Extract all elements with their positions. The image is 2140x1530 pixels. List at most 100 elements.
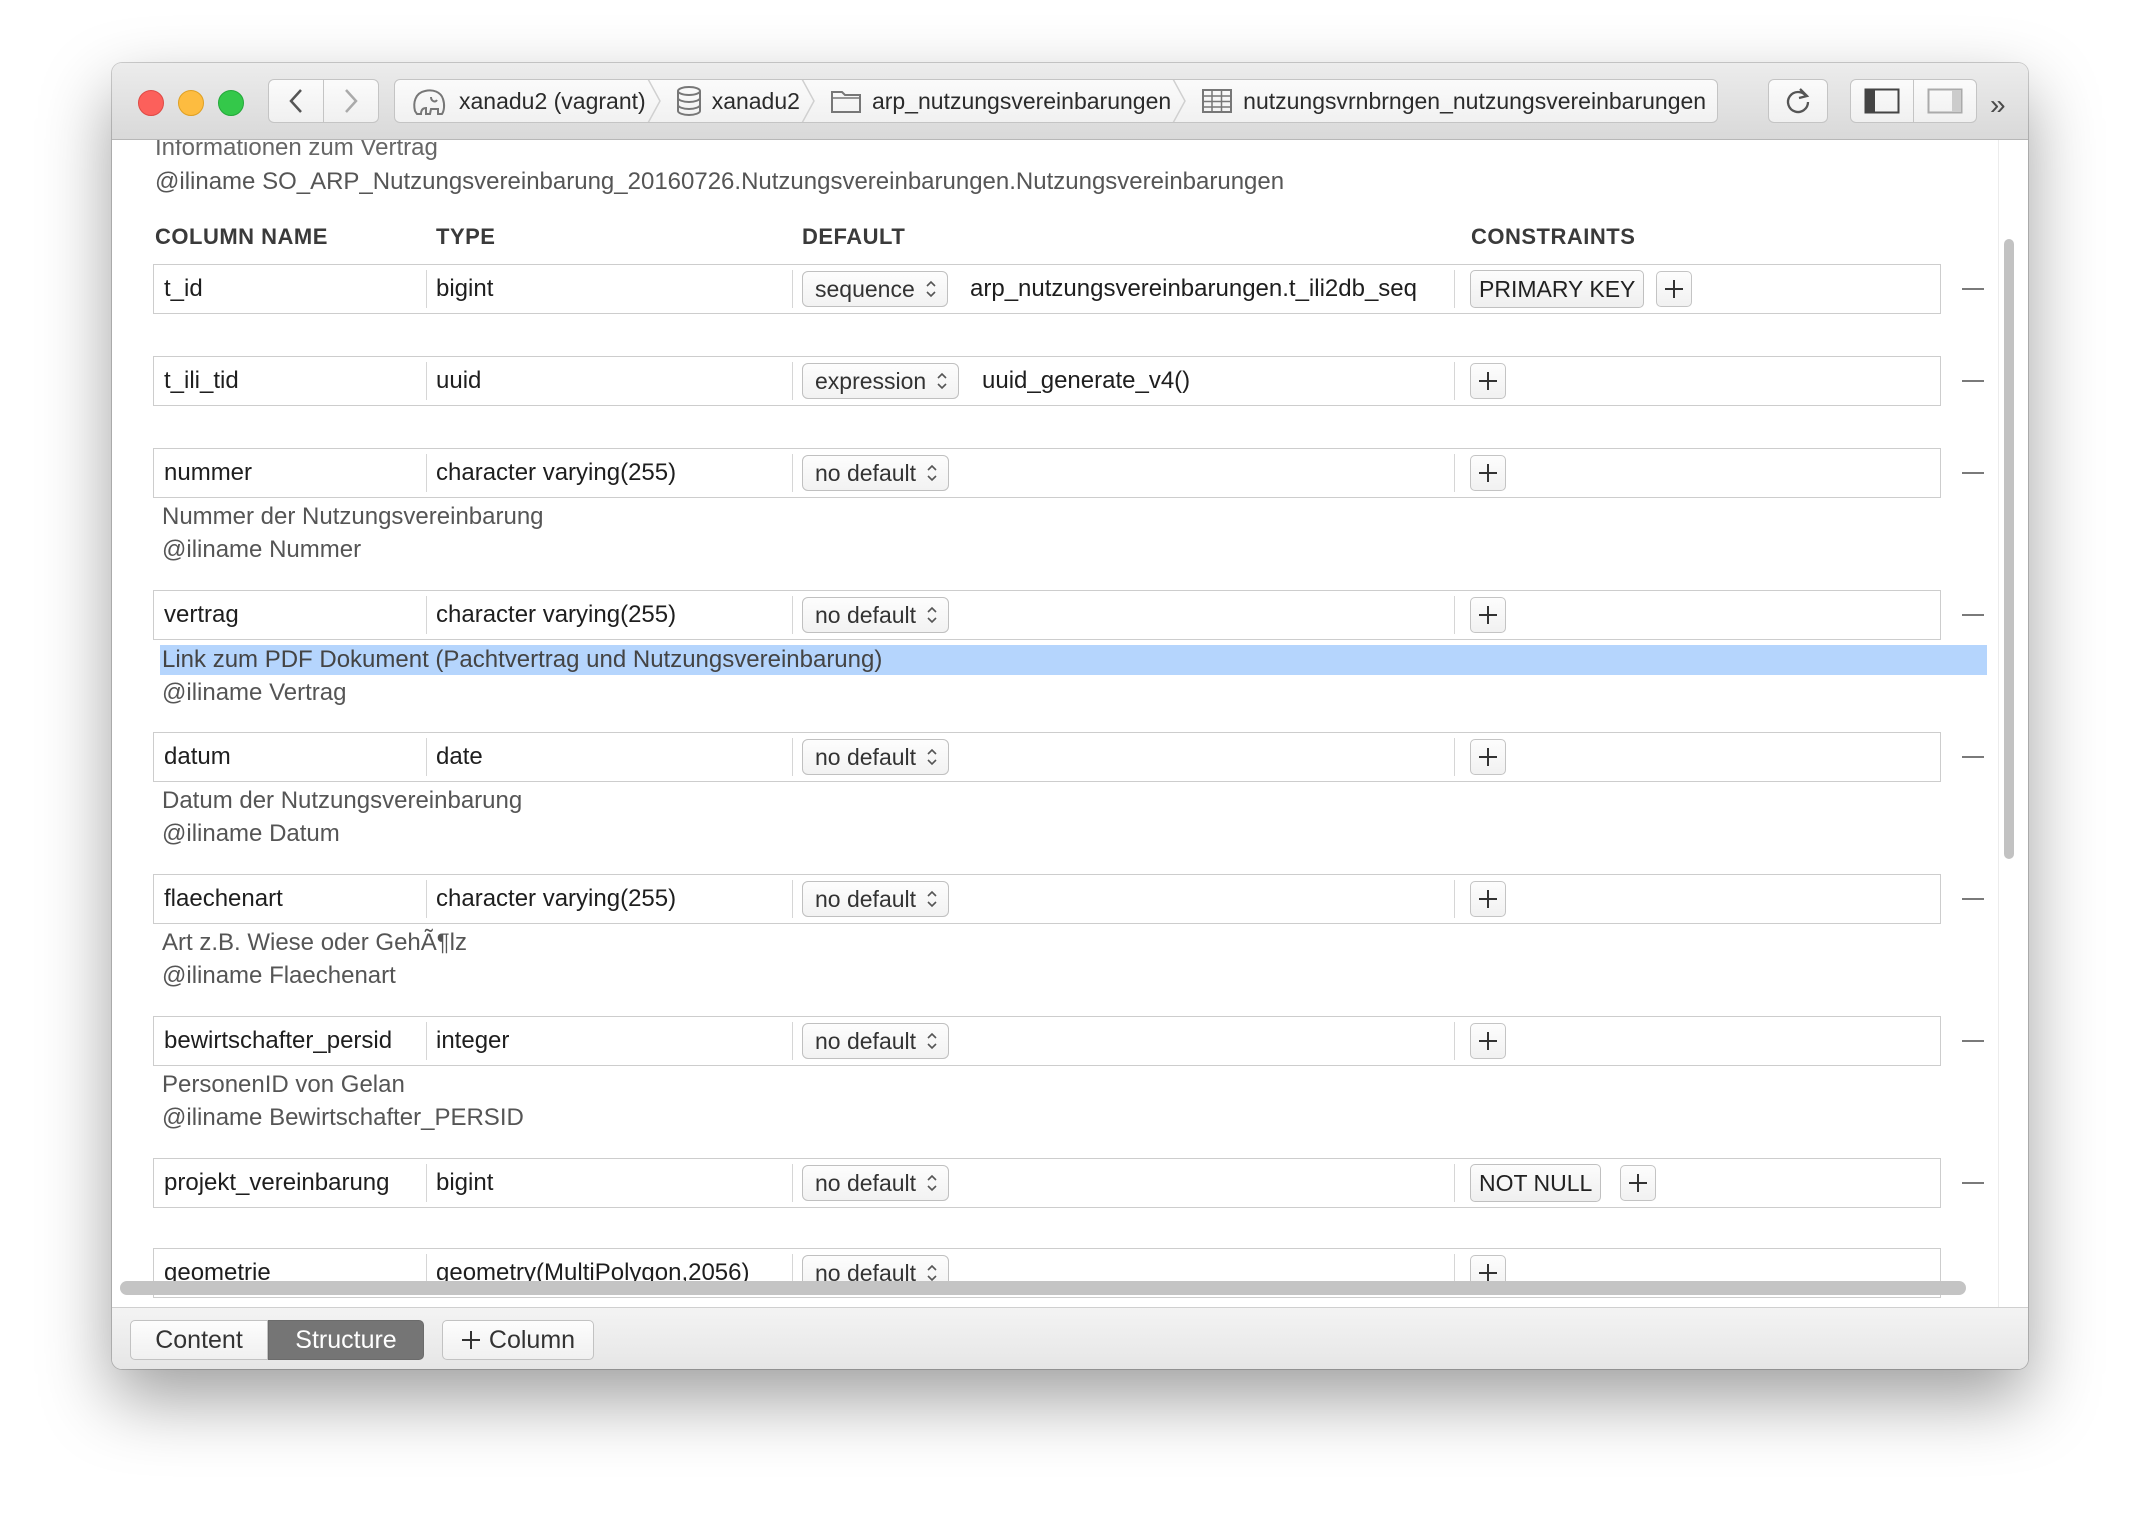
tab-structure[interactable]: Structure bbox=[268, 1320, 424, 1360]
add-constraint-button[interactable] bbox=[1470, 1023, 1506, 1059]
vertical-scrollbar[interactable] bbox=[2004, 239, 2014, 859]
column-comment[interactable]: Datum der Nutzungsvereinbarung bbox=[162, 784, 522, 817]
add-column-button[interactable]: Column bbox=[442, 1320, 594, 1360]
remove-column-button[interactable] bbox=[1962, 898, 1984, 900]
add-constraint-button[interactable] bbox=[1470, 881, 1506, 917]
remove-column-button[interactable] bbox=[1962, 288, 1984, 290]
column-comment-iliname[interactable]: @iliname Bewirtschafter_PERSID bbox=[162, 1101, 524, 1134]
header-column-name: COLUMN NAME bbox=[155, 224, 328, 249]
sidebar-right-icon bbox=[1927, 88, 1963, 114]
breadcrumb-database[interactable]: xanadu2 bbox=[662, 80, 800, 122]
column-row[interactable]: bewirtschafter_persid integer no default bbox=[153, 1016, 1941, 1066]
bottom-bar: Content Structure Column bbox=[112, 1307, 2028, 1369]
breadcrumb-server[interactable]: xanadu2 (vagrant) bbox=[395, 80, 646, 122]
column-name-field[interactable]: t_ili_tid bbox=[164, 357, 239, 405]
column-type-field[interactable]: date bbox=[436, 733, 483, 781]
column-comment[interactable]: Nummer der Nutzungsvereinbarung bbox=[162, 500, 544, 533]
column-row[interactable]: vertrag character varying(255) no defaul… bbox=[153, 590, 1941, 640]
breadcrumb-schema-label: arp_nutzungsvereinbarungen bbox=[871, 87, 1172, 114]
breadcrumb-separator bbox=[1171, 80, 1187, 122]
cell-divider bbox=[792, 1022, 793, 1060]
horizontal-scrollbar[interactable] bbox=[120, 1281, 1966, 1295]
column-type-field[interactable]: character varying(255) bbox=[436, 875, 676, 923]
default-mode-select[interactable]: no default bbox=[802, 1023, 950, 1059]
default-mode-value: no default bbox=[815, 885, 917, 912]
column-type-field[interactable]: bigint bbox=[436, 265, 493, 313]
cell-divider bbox=[1454, 362, 1455, 400]
reload-button[interactable] bbox=[1768, 79, 1828, 123]
column-type-field[interactable]: bigint bbox=[436, 1159, 493, 1207]
cell-divider bbox=[426, 362, 427, 400]
add-constraint-button[interactable] bbox=[1620, 1165, 1656, 1201]
default-mode-select[interactable]: no default bbox=[802, 739, 950, 775]
close-window-button[interactable] bbox=[138, 90, 164, 116]
column-row[interactable]: projekt_vereinbarung bigint no default N… bbox=[153, 1158, 1941, 1208]
cell-divider bbox=[426, 738, 427, 776]
add-constraint-button[interactable] bbox=[1470, 597, 1506, 633]
remove-column-button[interactable] bbox=[1962, 756, 1984, 758]
add-constraint-button[interactable] bbox=[1656, 271, 1692, 307]
toolbar-overflow-button[interactable]: » bbox=[1990, 89, 2005, 121]
breadcrumb-table[interactable]: nutzungsvrnbrngen_nutzungsvereinbarungen bbox=[1187, 80, 1706, 122]
column-comment[interactable]: Art z.B. Wiese oder GehÃ¶lz bbox=[162, 926, 467, 959]
default-value-field[interactable]: arp_nutzungsvereinbarungen.t_ili2db_seq bbox=[970, 265, 1417, 313]
column-type-field[interactable]: uuid bbox=[436, 357, 481, 405]
column-comment-iliname[interactable]: @iliname Datum bbox=[162, 817, 340, 850]
default-mode-select[interactable]: no default bbox=[802, 881, 950, 917]
column-name-field[interactable]: flaechenart bbox=[164, 875, 283, 923]
table-comment-line2: @iliname SO_ARP_Nutzungsvereinbarung_201… bbox=[155, 168, 1285, 195]
column-name-field[interactable]: projekt_vereinbarung bbox=[164, 1159, 389, 1207]
default-value-field[interactable]: uuid_generate_v4() bbox=[982, 357, 1190, 405]
toggle-inspector-button[interactable] bbox=[1913, 79, 1977, 123]
column-name-field[interactable]: bewirtschafter_persid bbox=[164, 1017, 392, 1065]
column-comment-iliname[interactable]: @iliname Nummer bbox=[162, 533, 361, 566]
remove-column-button[interactable] bbox=[1962, 1040, 1984, 1042]
toggle-sidebar-button[interactable] bbox=[1850, 79, 1914, 123]
minimize-window-button[interactable] bbox=[178, 90, 204, 116]
column-name-field[interactable]: vertrag bbox=[164, 591, 239, 639]
add-constraint-button[interactable] bbox=[1470, 363, 1506, 399]
column-name-field[interactable]: datum bbox=[164, 733, 231, 781]
column-comment-iliname[interactable]: @iliname Vertrag bbox=[162, 676, 346, 709]
default-mode-select[interactable]: expression bbox=[802, 363, 960, 399]
remove-column-button[interactable] bbox=[1962, 614, 1984, 616]
constraint-not-null[interactable]: NOT NULL bbox=[1470, 1164, 1602, 1202]
cell-divider bbox=[1454, 880, 1455, 918]
remove-column-button[interactable] bbox=[1962, 1182, 1984, 1184]
default-mode-select[interactable]: no default bbox=[802, 597, 950, 633]
breadcrumb-schema[interactable]: arp_nutzungsvereinbarungen bbox=[816, 80, 1171, 122]
tab-content[interactable]: Content bbox=[130, 1320, 268, 1360]
default-mode-select[interactable]: no default bbox=[802, 455, 950, 491]
header-constraints: CONSTRAINTS bbox=[1471, 224, 1636, 249]
constraint-primary-key[interactable]: PRIMARY KEY bbox=[1470, 270, 1645, 308]
column-row[interactable]: t_ili_tid uuid expression uuid_generate_… bbox=[153, 356, 1941, 406]
column-name-field[interactable]: nummer bbox=[164, 449, 252, 497]
cell-divider bbox=[426, 454, 427, 492]
column-row[interactable]: flaechenart character varying(255) no de… bbox=[153, 874, 1941, 924]
column-row[interactable]: t_id bigint sequence arp_nutzungsvereinb… bbox=[153, 264, 1941, 314]
plus-icon bbox=[1479, 890, 1497, 908]
column-comment-selected[interactable]: Link zum PDF Dokument (Pachtvertrag und … bbox=[162, 643, 882, 676]
cell-divider bbox=[426, 1022, 427, 1060]
column-comment-iliname[interactable]: @iliname Flaechenart bbox=[162, 959, 396, 992]
column-row[interactable]: datum date no default bbox=[153, 732, 1941, 782]
breadcrumb: xanadu2 (vagrant) xanadu2 arp_nutzungsve… bbox=[394, 79, 1718, 123]
column-name-field[interactable]: t_id bbox=[164, 265, 203, 313]
column-type-field[interactable]: integer bbox=[436, 1017, 509, 1065]
remove-column-button[interactable] bbox=[1962, 380, 1984, 382]
forward-button[interactable] bbox=[323, 79, 379, 123]
updown-chevron-icon bbox=[936, 371, 948, 391]
add-constraint-button[interactable] bbox=[1470, 739, 1506, 775]
add-constraint-button[interactable] bbox=[1470, 455, 1506, 491]
column-comment[interactable]: PersonenID von Gelan bbox=[162, 1068, 405, 1101]
back-button[interactable] bbox=[268, 79, 324, 123]
breadcrumb-separator bbox=[800, 80, 816, 122]
column-type-field[interactable]: character varying(255) bbox=[436, 449, 676, 497]
zoom-window-button[interactable] bbox=[218, 90, 244, 116]
updown-chevron-icon bbox=[926, 463, 938, 483]
column-type-field[interactable]: character varying(255) bbox=[436, 591, 676, 639]
remove-column-button[interactable] bbox=[1962, 472, 1984, 474]
column-row[interactable]: nummer character varying(255) no default bbox=[153, 448, 1941, 498]
default-mode-select[interactable]: no default bbox=[802, 1165, 950, 1201]
default-mode-select[interactable]: sequence bbox=[802, 271, 948, 307]
